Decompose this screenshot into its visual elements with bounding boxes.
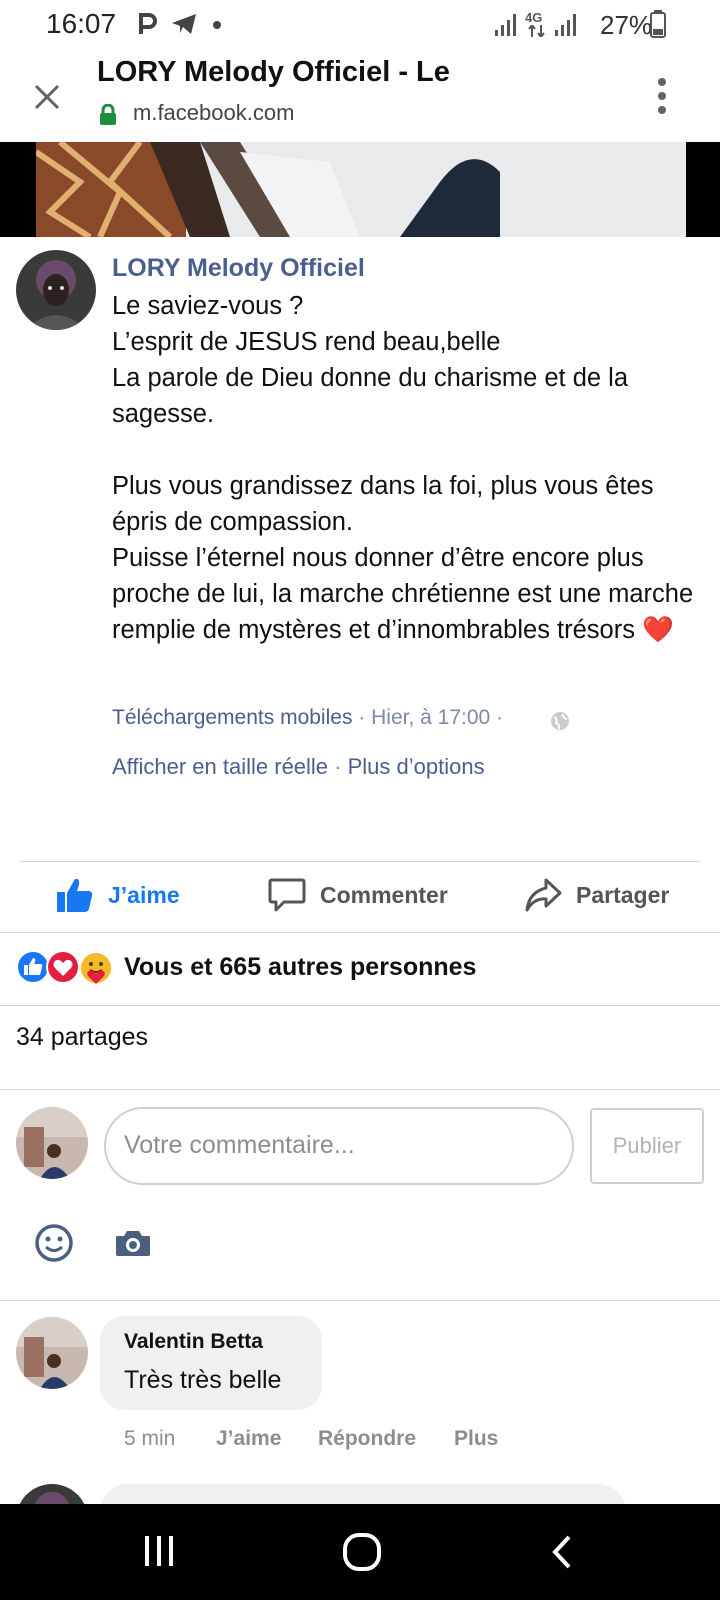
close-icon[interactable] (30, 80, 64, 114)
love-reaction-icon (46, 950, 80, 984)
signal-icon-2 (555, 14, 576, 36)
post-meta: Téléchargements mobiles · Hier, à 17:00 … (112, 706, 503, 730)
publish-button[interactable]: Publier (590, 1108, 704, 1184)
divider (20, 861, 700, 862)
page-avatar[interactable] (16, 250, 96, 330)
lock-icon (100, 104, 116, 125)
comment-like-link[interactable]: J’aime (216, 1427, 281, 1451)
user-avatar[interactable] (16, 1107, 88, 1179)
comment-more-link[interactable]: Plus (454, 1427, 498, 1451)
post-photo[interactable] (0, 142, 720, 237)
photo-image (0, 142, 720, 237)
view-full-size-link[interactable]: Afficher en taille réelle (112, 754, 328, 779)
notification-dot-icon (213, 21, 221, 29)
battery-level: 27% (600, 10, 653, 40)
comment-avatar-image (16, 1317, 88, 1389)
links-separator: · (328, 754, 348, 779)
page-title: LORY Melody Officiel - Le (97, 56, 450, 88)
comment-label: Commenter (320, 881, 448, 908)
share-label: Partager (576, 881, 670, 908)
post-links: Afficher en taille réelle · Plus d’optio… (112, 754, 485, 780)
divider (0, 1005, 720, 1006)
divider (0, 1089, 720, 1090)
divider (0, 1300, 720, 1301)
comment-author-avatar[interactable] (16, 1317, 88, 1389)
publish-label: Publier (612, 1133, 682, 1158)
comment-reply-link[interactable]: Répondre (318, 1427, 416, 1451)
status-time: 16:07 (46, 8, 117, 39)
comment-button[interactable]: Commenter (268, 877, 448, 913)
back-icon[interactable] (550, 1534, 574, 1570)
divider (0, 932, 720, 933)
parking-icon (139, 13, 157, 34)
camera-icon[interactable] (114, 1227, 152, 1259)
reactions-summary[interactable]: Vous et 665 autres personnes (124, 953, 476, 982)
shares-count[interactable]: 34 partages (16, 1023, 148, 1052)
recent-apps-icon[interactable] (142, 1534, 176, 1568)
comment-input[interactable]: Votre commentaire... (104, 1107, 574, 1185)
data-arrows-icon (528, 25, 545, 37)
navigation-bar (0, 1504, 720, 1600)
avatar-image (16, 250, 96, 330)
network-type: 4G (525, 10, 543, 25)
post-author[interactable]: LORY Melody Officiel (112, 254, 365, 283)
globe-icon (551, 712, 569, 730)
home-icon[interactable] (342, 1532, 382, 1572)
post-text: Le saviez-vous ? L’esprit de JESUS rend … (112, 292, 694, 644)
comment-placeholder: Votre commentaire... (124, 1131, 355, 1159)
meta-separator: · (352, 706, 372, 729)
user-avatar-image (16, 1107, 88, 1179)
more-vert-icon[interactable] (657, 78, 667, 114)
share-icon (525, 878, 562, 912)
like-reaction-icon (16, 950, 50, 984)
reaction-icons[interactable] (16, 950, 116, 986)
care-reaction-icon (79, 951, 113, 985)
like-label: J’aime (108, 881, 180, 908)
comment-time[interactable]: 5 min (124, 1427, 175, 1451)
comment-text: Très très belle (124, 1366, 282, 1394)
telegram-icon (172, 14, 196, 34)
emoji-icon[interactable] (34, 1223, 74, 1263)
comment-icon (268, 878, 306, 912)
meta-separator-2: · (490, 706, 504, 729)
share-button[interactable]: Partager (524, 877, 669, 913)
more-options-link[interactable]: Plus d’options (348, 754, 485, 779)
battery-icon (650, 10, 666, 38)
post-time[interactable]: Hier, à 17:00 (371, 706, 490, 729)
signal-icon (495, 14, 516, 36)
url-text[interactable]: m.facebook.com (133, 100, 294, 126)
album-link[interactable]: Téléchargements mobiles (112, 706, 352, 729)
like-button[interactable]: J’aime (56, 877, 180, 913)
comment-author[interactable]: Valentin Betta (124, 1330, 263, 1354)
thumbs-up-icon (57, 878, 93, 912)
status-bar: 16:07 4G 27% (0, 0, 720, 50)
